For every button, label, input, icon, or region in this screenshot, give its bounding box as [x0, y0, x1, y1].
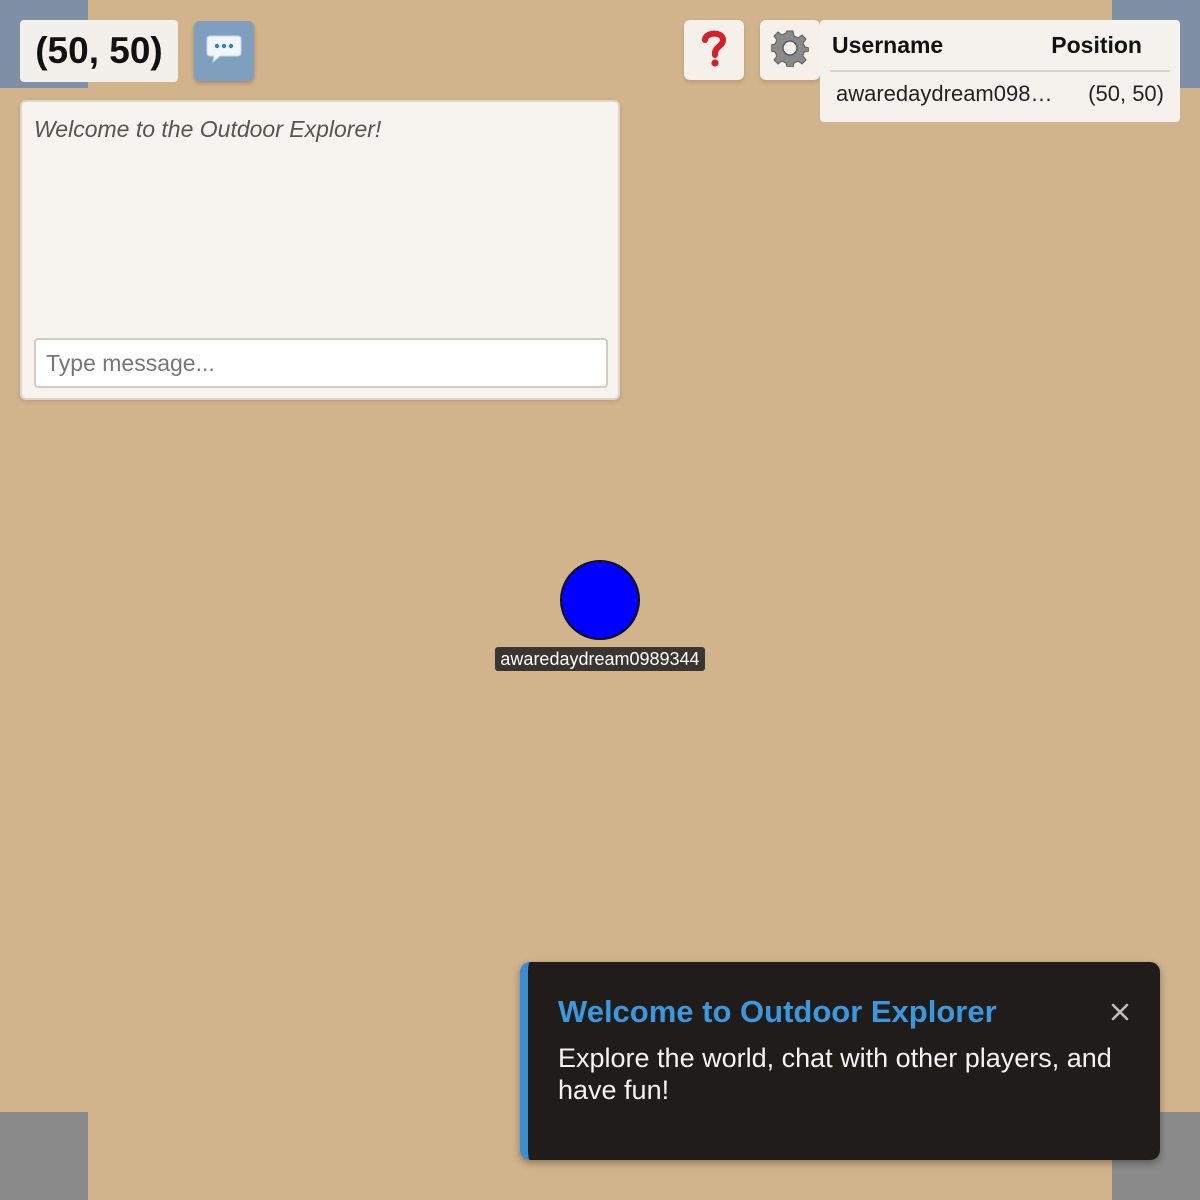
chat-bubble-icon	[206, 34, 242, 69]
toast-message: Explore the world, chat with other playe…	[558, 1043, 1112, 1105]
players-table-header: Username Position	[830, 20, 1170, 72]
chat-panel: Welcome to the Outdoor Explorer!	[20, 100, 620, 400]
player-username-cell: awaredaydream0989344	[836, 81, 1056, 106]
player-position-cell: (50, 50)	[1088, 81, 1164, 106]
close-icon	[1111, 996, 1129, 1028]
toast-title: Welcome to Outdoor Explorer	[558, 994, 997, 1029]
coordinate-readout: (50, 50)	[20, 20, 178, 82]
player-name-label: awaredaydream0989344	[495, 647, 705, 671]
map-tile-bottom-left	[0, 1112, 88, 1200]
toast-close-button[interactable]	[1108, 1000, 1132, 1024]
player-avatar	[560, 560, 640, 640]
chat-welcome-message: Welcome to the Outdoor Explorer!	[34, 116, 382, 142]
players-table: Username Position awaredaydream0989344 (…	[820, 20, 1180, 122]
column-header-position: Position	[1051, 31, 1142, 58]
table-row: awaredaydream0989344 (50, 50)	[830, 72, 1170, 116]
help-button[interactable]	[684, 20, 744, 80]
chat-message-input[interactable]	[34, 338, 608, 388]
welcome-toast: Welcome to Outdoor Explorer Explore the …	[520, 962, 1160, 1160]
column-header-username: Username	[832, 31, 944, 58]
chat-toggle-button[interactable]	[194, 21, 254, 81]
question-mark-icon	[699, 28, 729, 73]
gear-icon	[770, 29, 810, 72]
settings-button[interactable]	[760, 20, 820, 80]
